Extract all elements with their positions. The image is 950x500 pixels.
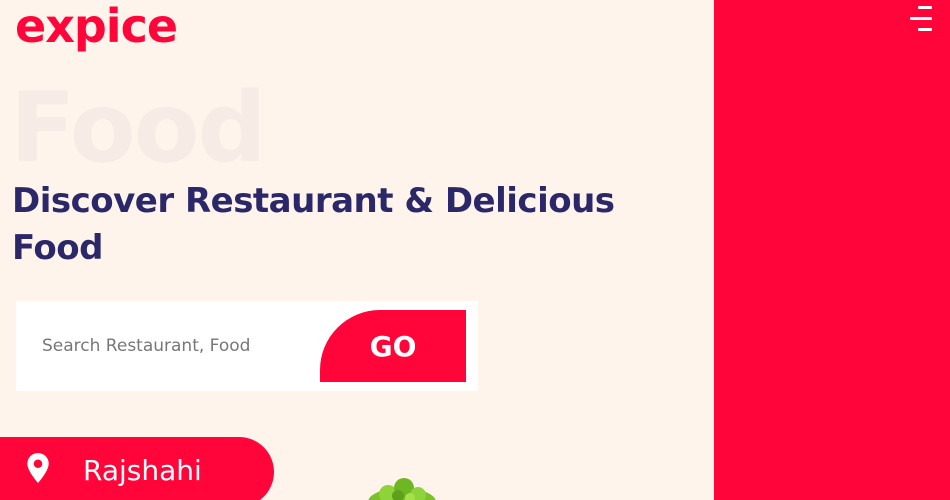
- location-selector[interactable]: Rajshahi: [0, 437, 274, 500]
- go-button[interactable]: GO: [320, 310, 466, 382]
- salad-image: [368, 478, 436, 500]
- search-input[interactable]: [42, 325, 312, 367]
- hero-headline: Discover Restaurant & Delicious Food: [12, 181, 615, 268]
- location-label: Rajshahi: [83, 454, 202, 487]
- hero-side-panel: [714, 0, 950, 500]
- hero-watermark-word: Food: [10, 72, 266, 184]
- map-pin-icon: [27, 453, 49, 483]
- search-box: GO: [16, 301, 478, 391]
- hamburger-menu-icon[interactable]: [908, 4, 934, 34]
- menu-line-middle: [910, 17, 932, 20]
- landing-page: expice Food Discover Restaurant & Delici…: [0, 0, 950, 500]
- menu-line-bottom: [918, 28, 932, 31]
- menu-line-top: [918, 6, 932, 9]
- brand-logo[interactable]: expice: [15, 0, 178, 56]
